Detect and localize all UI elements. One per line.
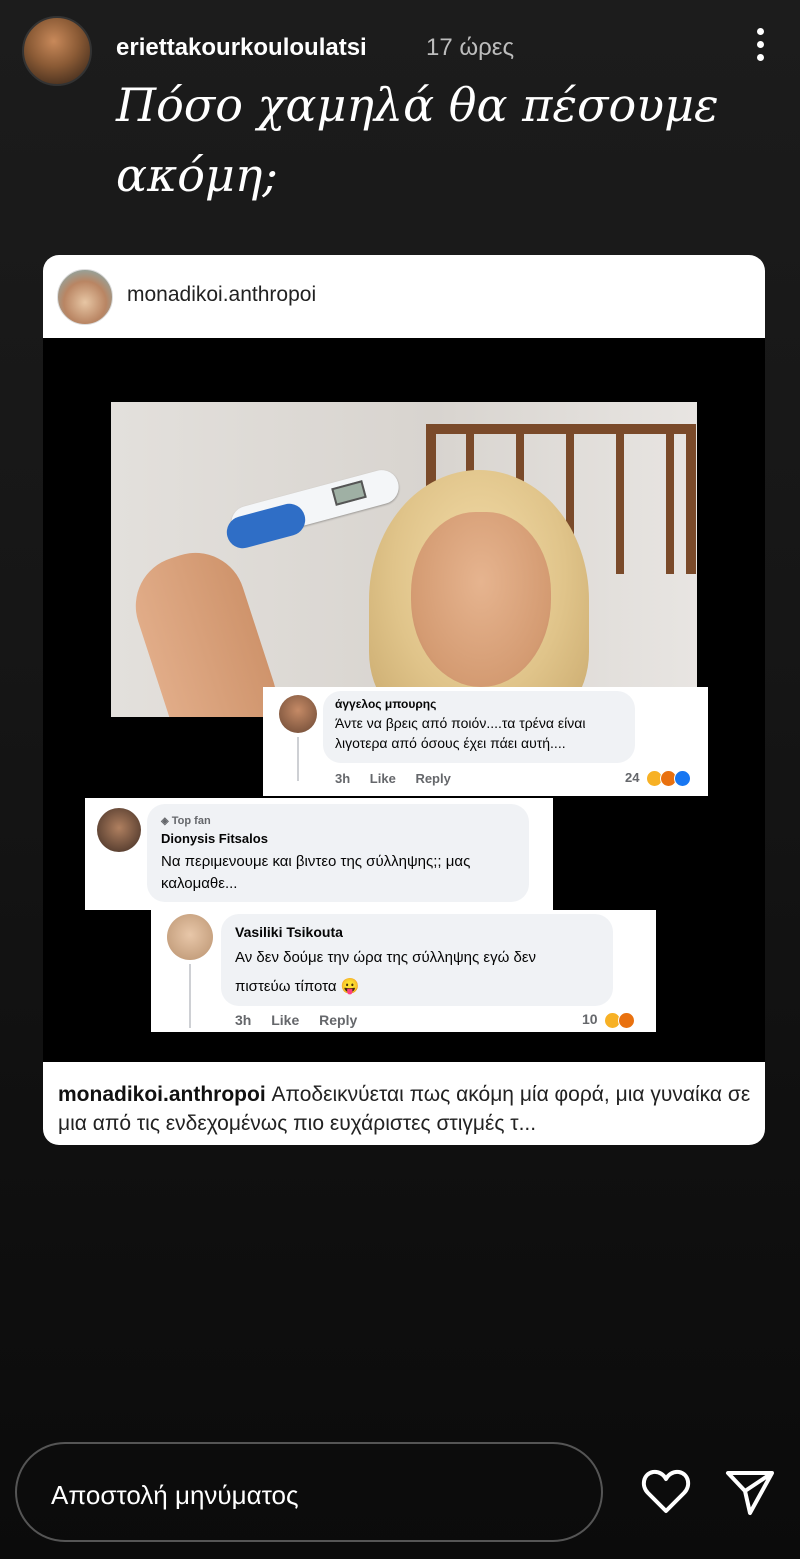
reposted-author-username: monadikoi.anthropoi	[127, 283, 317, 306]
more-vertical-icon[interactable]	[748, 28, 772, 68]
story-author-avatar[interactable]	[22, 16, 92, 86]
commenter-avatar	[97, 808, 141, 852]
message-input[interactable]: Αποστολή μηνύματος	[15, 1442, 603, 1542]
comment-meta: 3h Like Reply	[335, 771, 467, 786]
commenter-avatar	[167, 914, 213, 960]
reaction-summary: 24	[625, 770, 692, 788]
top-fan-badge: ◈ Top fan	[161, 815, 211, 827]
post-photo	[111, 402, 697, 717]
comment-text: Άντε να βρεις από ποιόν....τα τρένα είνα…	[335, 715, 586, 752]
comment-screenshot-1: άγγελος μπουρης Άντε να βρεις από ποιόν.…	[263, 687, 708, 796]
reposted-post-card[interactable]: monadikoi.anthropoi άγγελος μπουρης Άντε…	[43, 255, 765, 1145]
like-link[interactable]: Like	[370, 771, 396, 786]
comment-author: Vasiliki Tsikouta	[235, 924, 343, 940]
comment-text: Να περιμενουμε και βιντεο της σύλληψης;;…	[161, 853, 471, 892]
reaction-count: 10	[582, 1011, 598, 1027]
like-link[interactable]: Like	[271, 1012, 299, 1028]
diamond-icon: ◈	[161, 816, 169, 827]
story-author-username[interactable]: eriettakourkouloulatsi	[116, 34, 367, 62]
reposted-post-header: monadikoi.anthropoi	[43, 255, 765, 338]
heart-icon[interactable]	[640, 1467, 692, 1520]
commenter-avatar	[279, 695, 317, 733]
comment-time: 3h	[235, 1012, 252, 1028]
reposted-author-avatar	[57, 269, 113, 325]
comment-author: Dionysis Fitsalos	[161, 831, 268, 846]
comment-text: Αν δεν δούμε την ώρα της σύλληψης εγώ δε…	[235, 949, 537, 995]
reply-link[interactable]: Reply	[319, 1012, 357, 1028]
story-caption: Πόσο χαμηλά θα πέσουμε ακόμη;	[116, 78, 719, 202]
send-icon[interactable]	[724, 1467, 776, 1522]
comment-author: άγγελος μπουρης	[335, 697, 437, 711]
story-timestamp: 17 ώρες	[426, 34, 515, 61]
comment-meta: 3h Like Reply	[235, 1012, 373, 1028]
comment-time: 3h	[335, 771, 351, 786]
reply-link[interactable]: Reply	[415, 771, 450, 786]
comment-screenshot-2: ◈ Top fan Dionysis Fitsalos Να περιμενου…	[85, 798, 553, 910]
reaction-summary: 10	[582, 1011, 636, 1029]
reaction-count: 24	[625, 770, 640, 785]
message-placeholder: Αποστολή μηνύματος	[51, 1480, 299, 1510]
reposted-post-caption: monadikoi.anthropoi Αποδεικνύεται πως ακ…	[43, 1062, 765, 1145]
caption-author: monadikoi.anthropoi	[58, 1083, 266, 1106]
comment-screenshot-3: Vasiliki Tsikouta Αν δεν δούμε την ώρα τ…	[151, 910, 656, 1032]
